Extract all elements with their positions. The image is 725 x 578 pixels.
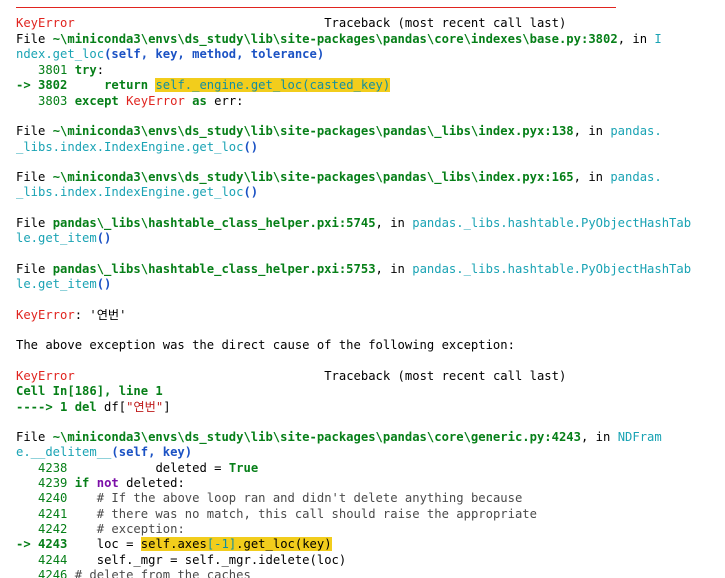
cell-reference: Cell In[186], line 1 (16, 384, 163, 398)
traceback-title: Traceback (most recent call last) (324, 16, 567, 30)
code-line: 3803 except KeyError as err: (38, 94, 244, 108)
function-name: NDFram (617, 430, 662, 444)
traceback-header: KeyError Traceback (most recent call las… (16, 369, 725, 384)
traceback-title: Traceback (most recent call last) (324, 369, 567, 383)
function-args: (self, key) (111, 445, 193, 459)
function-name: pandas._libs.hashtable.PyObjectHashTab (412, 262, 692, 276)
function-name: e.__delitem__ (16, 445, 112, 459)
traceback-separator (16, 7, 616, 8)
function-args: (self, key, method, tolerance) (104, 47, 325, 61)
function-name: le.get_item (16, 277, 97, 291)
code-line-current: -> 4243 loc = self.axes[-1].get_loc(key) (16, 537, 332, 551)
line-number: 4244 (38, 553, 68, 567)
code-line: 4239 if not deleted: (38, 476, 185, 490)
frame-file-line: File pandas\_libs\hashtable_class_helper… (16, 216, 692, 230)
function-args: () (96, 231, 112, 245)
function-name: pandas._libs.hashtable.PyObjectHashTab (412, 216, 692, 230)
frame-function-line: le.get_item() (16, 277, 725, 292)
exception-message-line: KeyError: '연번' (16, 308, 725, 323)
code-comment: # delete from the caches (74, 568, 251, 578)
function-args: () (243, 185, 259, 199)
current-line-arrow: -> 3802 (16, 78, 68, 92)
exception-name: KeyError (16, 369, 75, 383)
line-number: 4239 (38, 476, 68, 490)
traceback-output: KeyError Traceback (most recent call las… (0, 0, 725, 578)
frame-file-line: File ~\miniconda3\envs\ds_study\lib\site… (16, 32, 662, 46)
function-name: ndex.get_loc (16, 47, 105, 61)
frame-function-line: ndex.get_loc(self, key, method, toleranc… (16, 47, 725, 62)
code-line: 4238 deleted = True (38, 461, 259, 475)
exception-name: KeyError (16, 308, 75, 322)
cause-text: The above exception was the direct cause… (16, 338, 515, 352)
file-path: pandas\_libs\hashtable_class_helper.pxi:… (52, 262, 376, 276)
file-path: pandas\_libs\hashtable_class_helper.pxi:… (52, 216, 376, 230)
function-name: pandas. (610, 124, 662, 138)
frame-file-line: File pandas\_libs\hashtable_class_helper… (16, 262, 692, 276)
exception-name: KeyError (16, 16, 75, 30)
file-path: ~\miniconda3\envs\ds_study\lib\site-pack… (52, 430, 581, 444)
highlighted-code: self._engine.get_loc(casted_key) (155, 78, 391, 92)
code-line: 4242 # exception: (16, 522, 725, 537)
current-line-arrow: ----> 1 (16, 400, 75, 414)
function-name: pandas. (610, 170, 662, 184)
function-name: _libs.index.IndexEngine.get_loc (16, 185, 244, 199)
frame-function-line: le.get_item() (16, 231, 725, 246)
function-args: () (243, 140, 259, 154)
traceback-header: KeyError Traceback (most recent call las… (16, 16, 725, 31)
highlighted-code: [-1] (206, 537, 237, 551)
frame-file-line: File ~\miniconda3\envs\ds_study\lib\site… (16, 124, 662, 138)
frame-file-line: File ~\miniconda3\envs\ds_study\lib\site… (16, 170, 662, 184)
code-line: 4240 # If the above loop ran and didn't … (16, 491, 725, 506)
exception-message: : '연번' (74, 308, 127, 322)
line-number: 4240 (38, 491, 68, 505)
current-line-arrow: -> 4243 (16, 537, 68, 551)
frame-function-line: _libs.index.IndexEngine.get_loc() (16, 140, 725, 155)
function-name: le.get_item (16, 231, 97, 245)
code-line-current: ----> 1 del df["연번"] (16, 400, 171, 414)
string-literal: "연번" (126, 400, 164, 414)
highlighted-code: self.axes (140, 537, 207, 551)
code-line: 4246 # delete from the caches (16, 568, 725, 578)
line-number: 4242 (38, 522, 68, 536)
frame-function-line: e.__delitem__(self, key) (16, 445, 725, 460)
line-number: 4238 (38, 461, 68, 475)
function-name: _libs.index.IndexEngine.get_loc (16, 140, 244, 154)
code-line: 3801 try: (38, 63, 105, 77)
frame-function-line: _libs.index.IndexEngine.get_loc() (16, 185, 725, 200)
line-number: 3803 (38, 94, 68, 108)
function-args: () (96, 277, 112, 291)
frame-file-line: File ~\miniconda3\envs\ds_study\lib\site… (16, 430, 662, 444)
code-comment: # there was no match, this call should r… (96, 507, 537, 521)
line-number: 4241 (38, 507, 68, 521)
file-path: ~\miniconda3\envs\ds_study\lib\site-pack… (52, 32, 618, 46)
code-comment: # exception: (96, 522, 185, 536)
code-line-current: -> 3802 return self._engine.get_loc(cast… (16, 78, 391, 92)
line-number: 4246 (38, 568, 68, 578)
code-line: 4241 # there was no match, this call sho… (16, 507, 725, 522)
file-path: ~\miniconda3\envs\ds_study\lib\site-pack… (52, 170, 574, 184)
code-line: 4244 self._mgr = self._mgr.idelete(loc) (38, 553, 347, 567)
line-number: 3801 (38, 63, 68, 77)
function-name: I (654, 32, 662, 46)
file-path: ~\miniconda3\envs\ds_study\lib\site-pack… (52, 124, 574, 138)
highlighted-code: .get_loc(key) (236, 537, 332, 551)
code-comment: # If the above loop ran and didn't delet… (96, 491, 523, 505)
